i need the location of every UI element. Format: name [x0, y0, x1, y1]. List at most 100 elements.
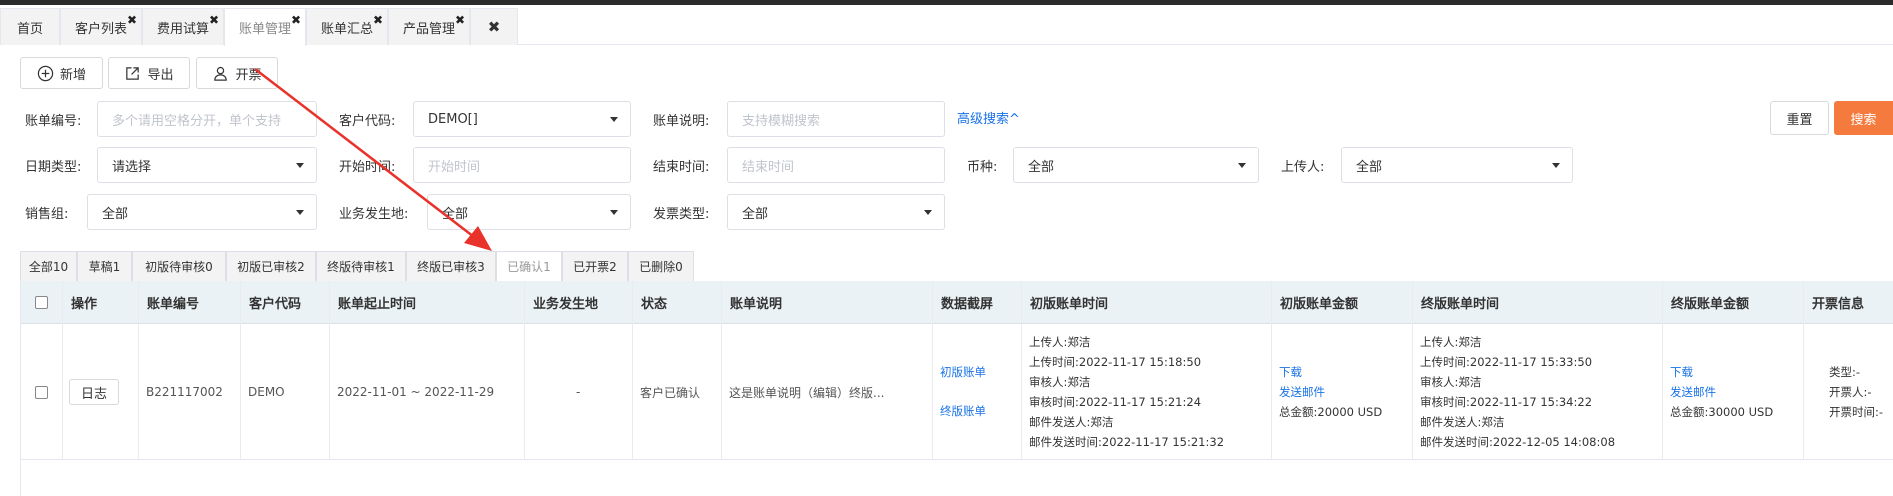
uploader-select[interactable]: 全部	[1341, 147, 1573, 183]
end-time-label: 结束时间:	[653, 160, 710, 175]
status-tab-invoiced[interactable]: 已开票2	[562, 251, 628, 282]
status-tab-final-pending[interactable]: 终版待审核1	[316, 251, 406, 282]
search-button[interactable]: 搜索	[1834, 101, 1893, 135]
tab-bill-summary[interactable]: 账单汇总 ✖	[306, 8, 388, 45]
initial-time-lines: 上传人:郑洁 上传时间:2022-11-17 15:18:50 审核人:郑洁 审…	[1029, 335, 1224, 450]
date-type-select[interactable]: 请选择	[97, 147, 317, 183]
initial-bill-link[interactable]: 初版账单	[940, 365, 986, 380]
status-tab-initial-pending[interactable]: 初版待审核0	[132, 251, 226, 282]
business-place-select[interactable]: 全部	[427, 194, 631, 230]
status-tab-confirmed[interactable]: 已确认1	[496, 251, 562, 282]
final-mail-sender: 邮件发送人:郑洁	[1420, 414, 1505, 429]
close-icon[interactable]: ✖	[209, 13, 219, 27]
col-header-initial-time: 初版账单时间	[1030, 297, 1109, 312]
business-place-value: 全部	[442, 206, 469, 222]
close-all-icon: ✖	[487, 18, 501, 36]
close-icon[interactable]: ✖	[291, 13, 301, 27]
final-amount-lines: 下载 发送邮件 总金额:30000 USD	[1670, 365, 1773, 420]
col-header-actions: 操作	[71, 297, 98, 312]
close-icon[interactable]: ✖	[127, 13, 137, 27]
close-icon[interactable]: ✖	[373, 13, 383, 27]
final-upload-time: 上传时间:2022-11-17 15:33:50	[1420, 354, 1593, 369]
tab-home[interactable]: 首页	[0, 8, 60, 45]
close-icon[interactable]: ✖	[455, 13, 465, 27]
customer-code-cell: DEMO	[248, 385, 285, 399]
tab-fee-calc[interactable]: 费用试算 ✖	[142, 8, 224, 45]
col-header-initial-amount: 初版账单金额	[1280, 297, 1359, 312]
final-send-mail-link[interactable]: 发送邮件	[1670, 385, 1773, 400]
status-tab-final-approved[interactable]: 终版已审核3	[406, 251, 496, 282]
initial-mail-sender: 邮件发送人:郑洁	[1029, 414, 1114, 429]
end-time-input[interactable]: 结束时间	[727, 147, 945, 183]
final-download-link[interactable]: 下载	[1670, 365, 1773, 380]
initial-mail-time: 邮件发送时间:2022-11-17 15:21:32	[1029, 434, 1225, 449]
advanced-search-link[interactable]: 高级搜索^	[957, 108, 1020, 127]
invoice-type-label: 发票类型:	[653, 207, 710, 222]
customer-code-label: 客户代码:	[339, 114, 396, 129]
caret-down-icon	[610, 210, 618, 215]
tab-label: 客户列表	[74, 21, 127, 37]
table-header: 操作 账单编号 客户代码 账单起止时间 业务发生地 状态 账单说明 数据截屏 初…	[21, 281, 1893, 324]
invoice-button[interactable]: 开票	[196, 57, 278, 89]
bill-no-input[interactable]: 多个请用空格分开，单个支持	[97, 101, 317, 137]
bill-desc-input[interactable]: 支持模糊搜索	[727, 101, 945, 137]
initial-review-time: 审核时间:2022-11-17 15:21:24	[1029, 394, 1202, 409]
tab-label: 产品管理	[402, 21, 455, 37]
nav-tabs: 首页 客户列表 ✖ 费用试算 ✖ 账单管理 ✖ 账单汇总 ✖ 产品管理 ✖ ✖	[0, 8, 1893, 46]
final-bill-link[interactable]: 终版账单	[940, 404, 986, 419]
status-tab-all[interactable]: 全部10	[20, 251, 77, 282]
final-mail-time: 邮件发送时间:2022-12-05 14:08:08	[1420, 434, 1616, 449]
initial-download-link[interactable]: 下载	[1279, 365, 1382, 380]
tab-label: 账单管理	[238, 22, 291, 37]
col-header-description: 账单说明	[730, 297, 783, 312]
invoice-time: 开票时间:-	[1829, 404, 1884, 419]
sales-group-value: 全部	[102, 206, 129, 222]
initial-uploader: 上传人:郑洁	[1029, 334, 1091, 349]
col-header-status: 状态	[641, 297, 668, 312]
close-all-tabs-button[interactable]: ✖	[470, 8, 518, 45]
add-button[interactable]: 新增	[20, 57, 103, 89]
date-type-value: 请选择	[112, 159, 152, 175]
select-all-checkbox[interactable]	[35, 281, 48, 324]
currency-select[interactable]: 全部	[1013, 147, 1259, 183]
tab-product-management[interactable]: 产品管理 ✖	[388, 8, 470, 45]
top-bar	[0, 0, 1893, 5]
col-header-final-time: 终版账单时间	[1421, 297, 1500, 312]
start-time-input[interactable]: 开始时间	[413, 147, 631, 183]
caret-down-icon	[1238, 163, 1246, 168]
final-total: 总金额:30000 USD	[1670, 404, 1774, 419]
tab-bill-management[interactable]: 账单管理 ✖	[224, 8, 306, 46]
initial-amount-cell: 下载 发送邮件 总金额:20000 USD	[1279, 324, 1382, 460]
col-header-bill-no: 账单编号	[147, 297, 200, 312]
period-cell: 2022-11-01 ~ 2022-11-29	[337, 385, 495, 399]
customer-code-select[interactable]: DEMO[]	[413, 101, 631, 137]
final-amount-cell: 下载 发送邮件 总金额:30000 USD	[1670, 324, 1773, 460]
export-button[interactable]: 导出	[108, 57, 190, 89]
log-button[interactable]: 日志	[69, 379, 119, 405]
currency-label: 币种:	[967, 160, 998, 175]
caret-down-icon	[1552, 163, 1560, 168]
initial-send-mail-link[interactable]: 发送邮件	[1279, 385, 1382, 400]
row-checkbox[interactable]	[35, 385, 48, 399]
invoice-type-select[interactable]: 全部	[727, 194, 945, 230]
col-header-invoice-info: 开票信息	[1812, 297, 1865, 312]
col-header-final-amount: 终版账单金额	[1671, 297, 1750, 312]
initial-total: 总金额:20000 USD	[1279, 404, 1383, 419]
caret-down-icon	[296, 210, 304, 215]
status-tab-initial-approved[interactable]: 初版已审核2	[226, 251, 316, 282]
tab-label: 首页	[16, 21, 43, 37]
row-checkbox-cell	[35, 324, 48, 460]
end-time-placeholder: 结束时间	[742, 159, 795, 175]
caret-down-icon	[924, 210, 932, 215]
reset-button[interactable]: 重置	[1770, 101, 1829, 135]
status-tab-deleted[interactable]: 已删除0	[628, 251, 694, 282]
final-review-time: 审核时间:2022-11-17 15:34:22	[1420, 394, 1593, 409]
business-place-cell: -	[576, 385, 581, 399]
sales-group-select[interactable]: 全部	[87, 194, 317, 230]
status-tab-draft[interactable]: 草稿1	[77, 251, 132, 282]
checkbox[interactable]	[35, 296, 48, 309]
invoice-type-value: 全部	[742, 206, 769, 222]
tab-customer-list[interactable]: 客户列表 ✖	[60, 8, 142, 45]
col-header-screenshot: 数据截屏	[941, 297, 994, 312]
customer-code-value: DEMO[]	[428, 111, 478, 127]
